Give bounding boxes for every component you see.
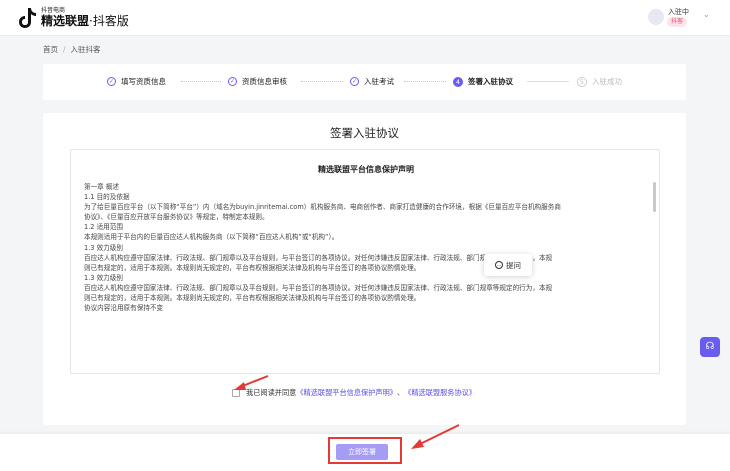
breadcrumb: 首页 / 入驻抖客 xyxy=(43,44,101,55)
document-line: 协议》、《巨量百应开放平台服务协议》等规定，特制定本规则。 xyxy=(84,213,269,222)
document-line: 1.3 效力级别 xyxy=(84,243,123,252)
step-entry-success: 5 入驻成功 xyxy=(577,76,622,87)
document-body: 第一章 概述 1.1 目的及依据 为了给巨量百应平台（以下简称“平台”）内（域名… xyxy=(84,182,649,313)
top-bar: 抖音电商 精选联盟·抖客版 入驻中 抖客 ⌄ xyxy=(0,0,730,36)
step-label: 入驻考试 xyxy=(364,77,394,86)
document-line: 百应达人机构应遵守国家法律、行政法规、部门规章以及平台规则，与平台签订的各项协议… xyxy=(84,283,553,292)
document-title: 精选联盟平台信息保护声明 xyxy=(318,165,414,174)
annotation-highlight-box xyxy=(328,437,402,464)
step-connector xyxy=(181,81,221,82)
step-number: 4 xyxy=(453,76,463,87)
chevron-down-icon[interactable]: ⌄ xyxy=(703,10,710,19)
page-title: 签署入驻协议 xyxy=(330,126,399,140)
check-icon: ✓ xyxy=(107,77,116,86)
step-label: 填写资质信息 xyxy=(121,77,166,86)
privacy-statement-link[interactable]: 《精选联盟平台信息保护声明》 xyxy=(296,388,397,398)
document-line: 则已有规定的，适用于本规则。本规则尚无规定的，平台有权根据相关法律及机构与平台签… xyxy=(84,263,421,272)
step-connector xyxy=(527,81,569,82)
ask-label: 提问 xyxy=(506,260,521,270)
ask-question-button[interactable]: … 提问 xyxy=(484,254,532,276)
document-line: 为了给巨量百应平台（以下简称“平台”）内（域名为buyin.jinritemai… xyxy=(84,203,561,212)
step-fill-qualification: ✓ 填写资质信息 xyxy=(107,76,166,87)
document-line: 1.1 目的及依据 xyxy=(84,193,130,202)
step-sign-agreement: 4 签署入驻协议 xyxy=(453,76,513,87)
brand-name: 精选联盟 xyxy=(41,14,90,28)
step-qualification-review: ✓ 资质信息审核 xyxy=(228,76,287,87)
breadcrumb-current: 入驻抖客 xyxy=(70,45,101,54)
document-line: 1.3 效力级别 xyxy=(84,273,123,282)
agreement-consent: 我已阅读并同意 《精选联盟平台信息保护声明》 、 《精选联盟服务协议》 xyxy=(232,388,476,398)
step-connector xyxy=(404,81,446,82)
agreement-card: 签署入驻协议 精选联盟平台信息保护声明 第一章 概述 1.1 目的及依据 为了给… xyxy=(43,113,686,425)
agree-separator: 、 xyxy=(396,388,405,397)
progress-steps: ✓ 填写资质信息 ✓ 资质信息审核 ✓ 入驻考试 4 签署入驻协议 5 入驻成功 xyxy=(43,64,686,100)
chat-bubble-icon: … xyxy=(495,261,503,269)
document-line: 协议内容沿用原有保持不变 xyxy=(84,304,164,313)
step-number: 5 xyxy=(577,76,587,87)
step-connector xyxy=(301,81,343,82)
customer-service-icon[interactable]: ☊ xyxy=(700,337,720,357)
brand-title[interactable]: 精选联盟·抖客版 xyxy=(41,12,129,29)
agree-prefix: 我已阅读并同意 xyxy=(246,388,297,397)
agreement-document[interactable]: 精选联盟平台信息保护声明 第一章 概述 1.1 目的及依据 为了给巨量百应平台（… xyxy=(70,149,660,374)
document-line: 则已有规定的，适用于本规则。本规则尚无规定的，平台有权根据相关法律及机构与平台签… xyxy=(84,294,421,303)
agree-checkbox[interactable] xyxy=(232,389,240,397)
step-label: 资质信息审核 xyxy=(242,77,287,86)
check-icon: ✓ xyxy=(350,77,359,86)
document-scrollbar[interactable] xyxy=(653,182,656,212)
document-line: 1.2 适用范围 xyxy=(84,223,123,232)
document-line: 本规则适用于平台内的巨量百应达人机构服务商（以下简称“百应达人机构”或“机构”）… xyxy=(84,233,339,242)
douyin-logo-icon xyxy=(19,8,36,28)
document-line: 百应达人机构应遵守国家法律、行政法规、部门规章以及平台规则，与平台签订的各项协议… xyxy=(84,253,553,262)
breadcrumb-home[interactable]: 首页 xyxy=(43,45,58,54)
user-status: 入驻中 xyxy=(668,8,689,16)
document-line: 第一章 概述 xyxy=(84,183,120,191)
avatar[interactable] xyxy=(648,9,664,25)
step-entry-exam: ✓ 入驻考试 xyxy=(350,76,394,87)
service-agreement-link[interactable]: 《精选联盟服务协议》 xyxy=(404,388,476,398)
breadcrumb-separator: / xyxy=(63,45,66,54)
brand-suffix: ·抖客版 xyxy=(89,14,129,28)
step-label: 签署入驻协议 xyxy=(468,77,513,86)
user-role-badge: 抖客 xyxy=(667,17,688,27)
check-icon: ✓ xyxy=(228,77,237,86)
step-label: 入驻成功 xyxy=(592,77,622,86)
